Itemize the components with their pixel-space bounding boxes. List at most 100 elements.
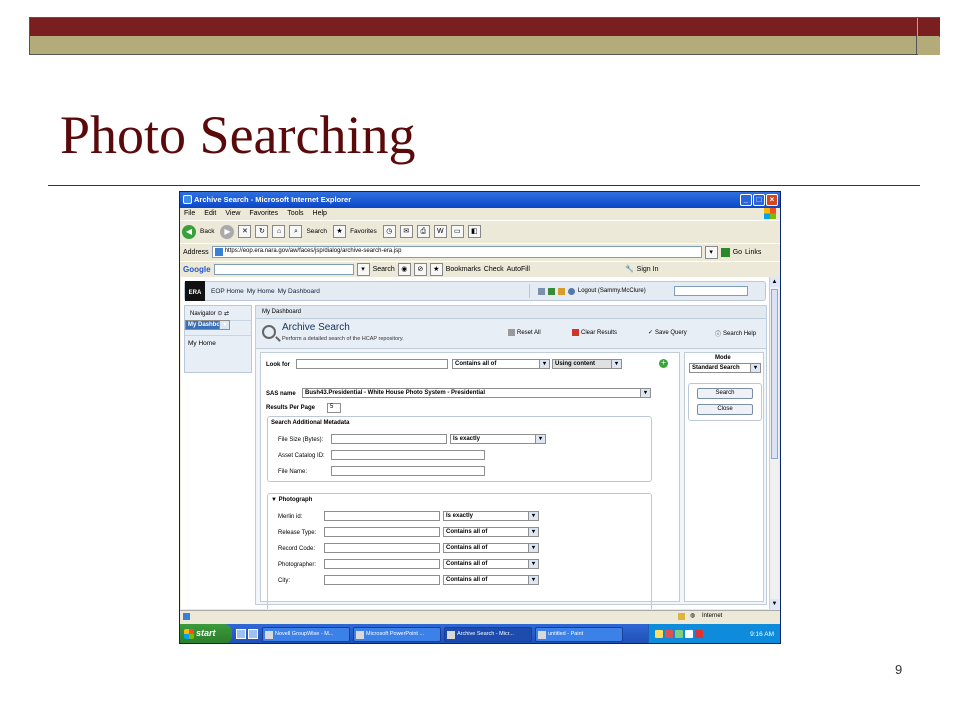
photograph-title[interactable]: ▼ Photograph	[271, 497, 312, 503]
folder-icon[interactable]: ▭	[450, 225, 464, 238]
favorites-label[interactable]: Favorites	[350, 228, 377, 235]
add-criteria-icon[interactable]: +	[659, 359, 668, 368]
results-per-page-input[interactable]: 5	[327, 403, 341, 413]
quick-launch	[236, 629, 258, 639]
scroll-up-icon[interactable]: ▲	[770, 277, 779, 287]
menu-favorites[interactable]: Favorites	[249, 210, 278, 217]
scroll-down-icon[interactable]: ▼	[770, 599, 779, 609]
google-sign-in-button[interactable]: Sign In	[637, 266, 659, 273]
file-name-input[interactable]	[331, 466, 485, 476]
links-label[interactable]: Links	[745, 249, 761, 256]
tray-network-icon[interactable]	[655, 630, 663, 638]
nav-my-home[interactable]: My Home	[247, 288, 275, 295]
city-operator-select[interactable]: Contains all of	[443, 575, 539, 585]
mode-select[interactable]: Standard Search	[689, 363, 761, 373]
save-query-button[interactable]: ✓ Save Query	[648, 329, 687, 337]
navigator-item-my-dashboard[interactable]: My Dashboard	[185, 320, 231, 330]
task-archive-search[interactable]: Archive Search - Micr...	[444, 626, 532, 642]
forward-arrow-icon[interactable]: ▶	[220, 224, 235, 239]
messenger-icon[interactable]: ◧	[467, 225, 481, 238]
popup-blocker-icon[interactable]: ⊘	[413, 262, 427, 276]
close-button[interactable]: Close	[697, 404, 753, 415]
record-code-operator-select[interactable]: Contains all of	[443, 543, 539, 553]
sas-name-select[interactable]: Bush43.Presidential - White House Photo …	[302, 388, 651, 398]
tasks-icon[interactable]	[547, 287, 555, 295]
logout-link[interactable]: Logout (Sammy.McClure)	[578, 288, 646, 294]
search-button[interactable]: Search	[697, 388, 753, 399]
menu-file[interactable]: File	[184, 210, 195, 217]
clear-results-button[interactable]: Clear Results	[572, 329, 617, 336]
back-arrow-icon[interactable]: ◀	[182, 224, 196, 239]
look-for-scope-select[interactable]: Using content	[552, 359, 622, 369]
task-paint[interactable]: untitled - Paint	[535, 626, 623, 642]
task-powerpoint[interactable]: Microsoft PowerPoint ...	[353, 626, 441, 642]
look-for-input[interactable]	[296, 359, 448, 369]
print-icon[interactable]: ⎙	[416, 225, 430, 238]
menu-tools[interactable]: Tools	[287, 210, 303, 217]
file-size-operator-select[interactable]: Is exactly	[450, 434, 546, 444]
nav-eop-home[interactable]: EOP Home	[211, 288, 244, 295]
mail-icon[interactable]: ✉	[399, 225, 413, 238]
breadcrumb[interactable]: My Dashboard	[256, 306, 766, 319]
merlin-id-input[interactable]	[324, 511, 440, 521]
history-icon[interactable]: ◷	[382, 225, 396, 238]
spellcheck-button[interactable]: Check	[484, 266, 504, 273]
search-help-button[interactable]: ⓘ Search Help	[715, 329, 756, 339]
go-button[interactable]: Go	[733, 249, 742, 256]
google-dropdown-icon[interactable]: ▾	[356, 262, 370, 276]
help-icon[interactable]	[567, 287, 575, 295]
start-button[interactable]: start	[180, 624, 232, 643]
tray-update-icon[interactable]	[675, 630, 683, 638]
search-label[interactable]: Search	[306, 228, 327, 235]
close-window-button[interactable]: ×	[766, 194, 778, 206]
merlin-id-operator-select[interactable]: Is exactly	[443, 511, 539, 521]
google-search-input[interactable]	[213, 263, 354, 275]
photographer-operator-select[interactable]: Contains all of	[443, 559, 539, 569]
release-type-input[interactable]	[324, 527, 440, 537]
menu-help[interactable]: Help	[313, 210, 327, 217]
tray-groupwise-icon[interactable]	[695, 630, 703, 638]
quick-launch-desktop-icon[interactable]	[236, 629, 246, 639]
clear-x-icon	[572, 329, 579, 336]
settings-wrench-icon[interactable]: 🔧	[625, 265, 634, 273]
asset-catalog-id-input[interactable]	[331, 450, 485, 460]
users-icon[interactable]	[537, 287, 545, 295]
refresh-icon[interactable]: ↻	[255, 225, 269, 238]
look-for-operator-select[interactable]: Contains all of	[452, 359, 550, 369]
file-size-input[interactable]	[331, 434, 447, 444]
maximize-button[interactable]: □	[753, 194, 765, 206]
tray-antivirus-icon[interactable]	[665, 630, 673, 638]
reset-all-button[interactable]: Reset All	[508, 329, 541, 336]
home-icon[interactable]: ⌂	[272, 225, 286, 238]
google-bookmarks-icon[interactable]: ★	[429, 262, 443, 276]
favorites-star-icon[interactable]: ★	[333, 225, 347, 238]
release-type-operator-select[interactable]: Contains all of	[443, 527, 539, 537]
menu-view[interactable]: View	[225, 210, 240, 217]
back-label[interactable]: Back	[200, 228, 214, 235]
search-icon[interactable]: ⌕	[289, 225, 303, 238]
navigator-header[interactable]: Navigator ⊙ ⇄	[185, 306, 251, 320]
minimize-button[interactable]: _	[740, 194, 752, 206]
quick-launch-ie-icon[interactable]	[248, 629, 258, 639]
bookmarks-button[interactable]: Bookmarks	[446, 266, 481, 273]
scroll-thumb[interactable]	[771, 289, 778, 459]
navigator-item-my-home[interactable]: My Home	[185, 335, 251, 350]
google-news-icon[interactable]: ◉	[397, 262, 411, 276]
go-arrow-icon[interactable]	[720, 247, 730, 257]
record-code-input[interactable]	[324, 543, 440, 553]
city-input[interactable]	[324, 575, 440, 585]
tray-volume-icon[interactable]	[685, 630, 693, 638]
stop-icon[interactable]: ✕	[238, 225, 252, 238]
era-search-input[interactable]	[673, 286, 748, 296]
edit-icon[interactable]: W	[433, 225, 447, 238]
photographer-input[interactable]	[324, 559, 440, 569]
menu-edit[interactable]: Edit	[204, 210, 216, 217]
autofill-button[interactable]: AutoFill	[507, 266, 530, 273]
page-scrollbar[interactable]: ▲ ▼	[769, 277, 779, 609]
address-dropdown-icon[interactable]: ▾	[704, 245, 718, 259]
task-groupwise[interactable]: Novell GroupWise - M...	[262, 626, 350, 642]
address-input[interactable]: https://eop.era.nara.gov/aw/faces/jsp/di…	[211, 246, 702, 258]
tools-icon[interactable]	[557, 287, 565, 295]
nav-my-dashboard[interactable]: My Dashboard	[278, 288, 320, 295]
google-search-button[interactable]: Search	[373, 266, 395, 273]
